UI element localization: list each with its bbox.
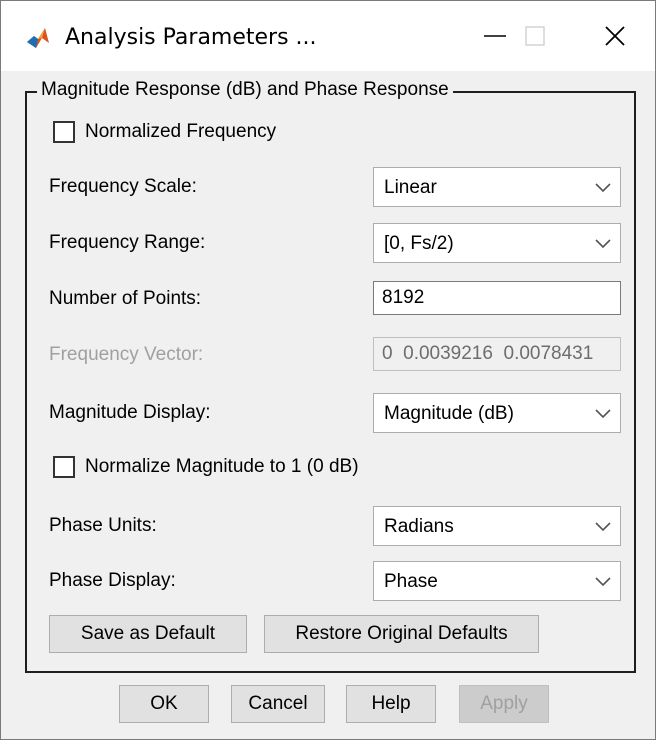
chevron-down-icon: [595, 522, 611, 532]
apply-button: Apply: [459, 685, 549, 723]
chevron-down-icon: [595, 239, 611, 249]
frequency-scale-value: Linear: [384, 177, 437, 198]
phase-display-value: Phase: [384, 571, 438, 592]
ok-button[interactable]: OK: [119, 685, 209, 723]
close-icon: [605, 26, 625, 46]
number-of-points-input[interactable]: 8192: [373, 281, 621, 315]
normalized-frequency-label[interactable]: Normalized Frequency: [85, 121, 276, 143]
phase-display-label: Phase Display:: [49, 570, 176, 591]
matlab-icon: [25, 25, 51, 51]
number-of-points-value: 8192: [382, 287, 425, 308]
group-legend: Magnitude Response (dB) and Phase Respon…: [37, 79, 453, 101]
help-button[interactable]: Help: [346, 685, 436, 723]
frequency-vector-label: Frequency Vector:: [49, 344, 204, 365]
number-of-points-label: Number of Points:: [49, 288, 202, 309]
maximize-icon: [525, 26, 545, 46]
frequency-range-label: Frequency Range:: [49, 232, 206, 253]
frequency-range-dropdown[interactable]: [0, Fs/2): [373, 223, 621, 263]
frequency-vector-input: 0 0.0039216 0.0078431: [373, 337, 621, 371]
window-title: Analysis Parameters ...: [65, 25, 317, 50]
phase-units-value: Radians: [384, 516, 454, 537]
normalized-frequency-checkbox[interactable]: [53, 121, 75, 143]
close-button[interactable]: [575, 1, 655, 71]
frequency-range-value: [0, Fs/2): [384, 233, 454, 254]
chevron-down-icon: [595, 409, 611, 419]
magnitude-display-label: Magnitude Display:: [49, 402, 211, 423]
chevron-down-icon: [595, 183, 611, 193]
phase-units-dropdown[interactable]: Radians: [373, 506, 621, 546]
save-as-default-button[interactable]: Save as Default: [49, 615, 247, 653]
dialog-window: Analysis Parameters ... Magnitude Respon…: [0, 0, 656, 740]
normalize-magnitude-checkbox[interactable]: [53, 456, 75, 478]
magnitude-display-dropdown[interactable]: Magnitude (dB): [373, 393, 621, 433]
restore-original-defaults-button[interactable]: Restore Original Defaults: [264, 615, 539, 653]
chevron-down-icon: [595, 577, 611, 587]
phase-units-label: Phase Units:: [49, 515, 157, 536]
frequency-vector-value: 0 0.0039216 0.0078431: [382, 343, 594, 364]
magnitude-display-value: Magnitude (dB): [384, 403, 514, 424]
title-bar[interactable]: Analysis Parameters ...: [1, 1, 655, 71]
normalize-magnitude-label[interactable]: Normalize Magnitude to 1 (0 dB): [85, 456, 359, 478]
frequency-scale-dropdown[interactable]: Linear: [373, 167, 621, 207]
frequency-scale-label: Frequency Scale:: [49, 176, 197, 197]
cancel-button[interactable]: Cancel: [231, 685, 325, 723]
phase-display-dropdown[interactable]: Phase: [373, 561, 621, 601]
maximize-button: [495, 1, 575, 71]
